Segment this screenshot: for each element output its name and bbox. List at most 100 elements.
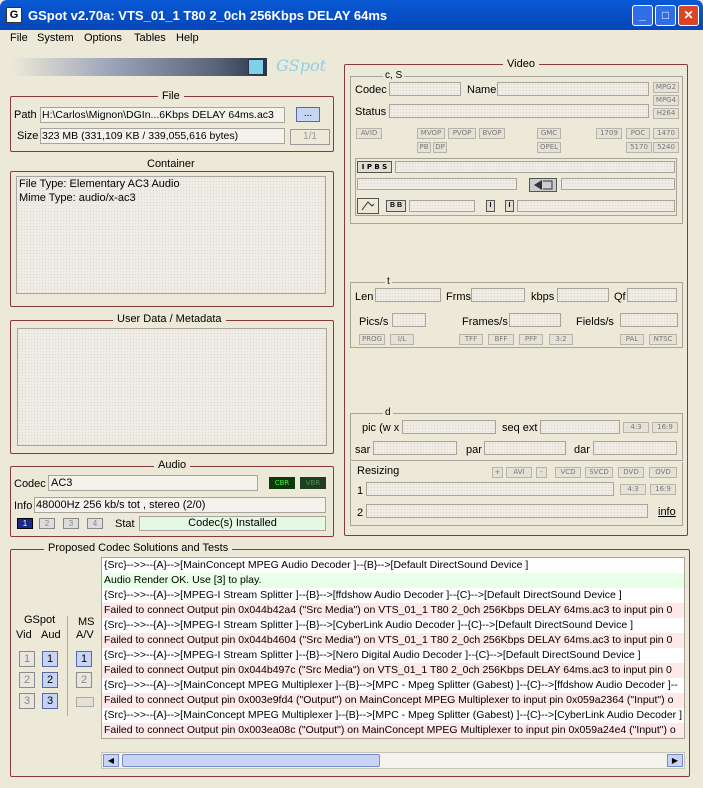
ms-blank-button[interactable]: [76, 697, 94, 707]
audio-stream-2-button[interactable]: 2: [39, 518, 55, 529]
ms-2-button[interactable]: 2: [76, 672, 92, 688]
vid-1-button[interactable]: 1: [19, 651, 35, 667]
video-group-title: Video: [503, 58, 539, 70]
container-group-title: Container: [143, 158, 199, 170]
ar-169-button[interactable]: 16:9: [652, 422, 678, 433]
scroll-right-button[interactable]: ▶: [667, 754, 683, 767]
video-status-label: Status: [355, 106, 387, 118]
fields-field: [620, 313, 678, 327]
5170-button[interactable]: 5170: [626, 142, 652, 153]
minimize-button[interactable]: _: [632, 5, 653, 26]
path-field[interactable]: H:\Carlos\Mignon\DGIn...6Kbps DELAY 64ms…: [40, 107, 285, 123]
scroll-thumb[interactable]: [122, 754, 380, 767]
container-mime-type: Mime Type: audio/x-ac3: [19, 192, 136, 204]
audio-stream-4-button[interactable]: 4: [87, 518, 103, 529]
title-bar[interactable]: G GSpot v2.70a: VTS_01_1 T80 2_0ch 256Kb…: [0, 0, 703, 30]
menu-help[interactable]: Help: [176, 32, 199, 44]
log-line: {Src}-->>--{A}-->[MPEG-I Stream Splitter…: [102, 588, 684, 603]
frames-label: Frames/s: [462, 316, 508, 328]
ar-43-button[interactable]: 4:3: [623, 422, 649, 433]
gop-b-field: [409, 200, 475, 212]
resize-vcd-button[interactable]: VCD: [555, 467, 581, 478]
opel-button[interactable]: OPEL: [537, 142, 561, 153]
pb-button[interactable]: PB: [417, 142, 431, 153]
ipbs-indicator: I P B S: [357, 161, 392, 173]
sar-label: sar: [355, 444, 371, 456]
aud-3-button[interactable]: 3: [42, 693, 58, 709]
1470-button[interactable]: 1470: [653, 128, 679, 139]
log-line: Audio Render OK. Use [3] to play.: [102, 573, 684, 588]
codec-log[interactable]: {Src}-->>--{A}-->[MainConcept MPEG Audio…: [101, 557, 685, 739]
page-button[interactable]: 1/1: [290, 129, 330, 145]
il-button[interactable]: I/L: [390, 334, 414, 345]
resize-dvd-button[interactable]: DVD: [618, 467, 644, 478]
log-line: Failed to connect Output pin 0x044b497c …: [102, 663, 684, 678]
gspot-logo: GSpot: [276, 56, 327, 75]
prog-button[interactable]: PROG: [359, 334, 385, 345]
timing-title: t: [385, 276, 392, 287]
size-field: 323 MB (331,109 KB / 339,055,616 bytes): [40, 128, 285, 144]
avid-button[interactable]: AVID: [356, 128, 382, 139]
seqext-label: seq ext: [502, 422, 538, 434]
mpg2-button[interactable]: MPG2: [653, 82, 679, 93]
maximize-button[interactable]: □: [655, 5, 676, 26]
frms-field: [471, 288, 525, 302]
menu-tables[interactable]: Tables: [134, 32, 166, 44]
logo-gradient-strip: [12, 58, 267, 76]
resize-ar-43-button[interactable]: 4:3: [620, 484, 646, 495]
resize-svcd-button[interactable]: SVCD: [585, 467, 613, 478]
poc-button[interactable]: POC: [626, 128, 650, 139]
vid-2-button[interactable]: 2: [19, 672, 35, 688]
audio-stream-3-button[interactable]: 3: [63, 518, 79, 529]
h264-button[interactable]: H264: [653, 108, 679, 119]
bff-button[interactable]: BFF: [488, 334, 514, 345]
dp-button[interactable]: DP: [433, 142, 447, 153]
resize-ar-169-button[interactable]: 16:9: [650, 484, 676, 495]
audio-info-label: Info: [14, 500, 33, 512]
pal-button[interactable]: PAL: [620, 334, 644, 345]
gmc-button[interactable]: GMC: [537, 128, 561, 139]
close-button[interactable]: ✕: [678, 5, 699, 26]
audio-stat-field: Codec(s) Installed: [139, 516, 326, 531]
gop-play-icon[interactable]: [357, 198, 379, 214]
5240-button[interactable]: 5240: [653, 142, 679, 153]
log-line: Failed to connect Output pin 0x044b4604 …: [102, 633, 684, 648]
browse-button[interactable]: ...: [296, 107, 320, 122]
aud-1-button[interactable]: 1: [42, 651, 58, 667]
resize-row2-field: [366, 504, 648, 518]
resize-plus-button[interactable]: +: [492, 467, 503, 478]
gop-nav-icon[interactable]: [529, 178, 557, 192]
tff-button[interactable]: TFF: [459, 334, 483, 345]
1709-button[interactable]: 1709: [596, 128, 622, 139]
resize-minus-button[interactable]: -: [536, 467, 547, 478]
dims-title: d: [383, 407, 393, 418]
menu-options[interactable]: Options: [84, 32, 122, 44]
vbr-indicator: VBR: [300, 477, 326, 489]
log-line: {Src}-->>--{A}-->[MainConcept MPEG Multi…: [102, 678, 684, 693]
mpg4-button[interactable]: MPG4: [653, 95, 679, 106]
audio-group-title: Audio: [154, 459, 191, 471]
vid-label: Vid: [16, 629, 32, 641]
bvop-button[interactable]: BVOP: [479, 128, 505, 139]
audio-stat-label: Stat: [115, 518, 135, 530]
kbps-field: [557, 288, 609, 302]
info-link[interactable]: info: [658, 506, 676, 518]
mvop-button[interactable]: MVOP: [417, 128, 445, 139]
log-line: {Src}-->>--{A}-->[MPEG-I Stream Splitter…: [102, 618, 684, 633]
menu-file[interactable]: File: [10, 32, 28, 44]
ms-1-button[interactable]: 1: [76, 651, 92, 667]
scroll-left-button[interactable]: ◀: [103, 754, 119, 767]
bb-indicator: B B: [386, 200, 406, 212]
resize-avi-button[interactable]: AVI: [506, 467, 532, 478]
resize-ovd-button[interactable]: OVD: [649, 467, 677, 478]
pvop-button[interactable]: PVOP: [448, 128, 476, 139]
vid-3-button[interactable]: 3: [19, 693, 35, 709]
aud-2-button[interactable]: 2: [42, 672, 58, 688]
32-button[interactable]: 3:2: [549, 334, 573, 345]
ntsc-button[interactable]: NTSC: [649, 334, 677, 345]
pff-button[interactable]: PFF: [519, 334, 543, 345]
gspot-label: GSpot: [24, 614, 56, 626]
frames-field: [509, 313, 561, 327]
menu-system[interactable]: System: [37, 32, 74, 44]
audio-stream-1-button[interactable]: 1: [17, 518, 33, 529]
